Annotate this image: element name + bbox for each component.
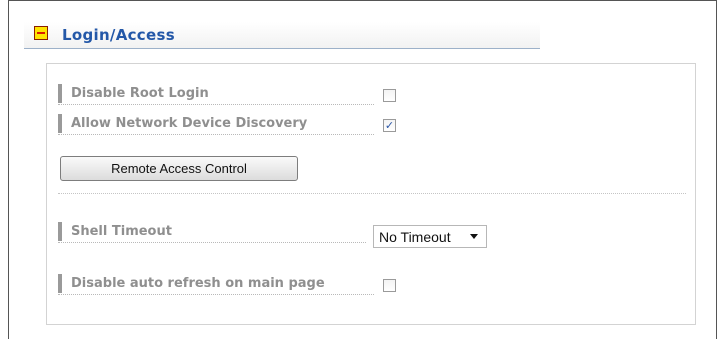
dropdown-caret-icon (470, 234, 478, 239)
minus-bar (37, 32, 45, 34)
allow-discovery-checkbox[interactable]: ✓ (383, 119, 396, 132)
setting-label-allow-discovery: Allow Network Device Discovery (58, 114, 374, 135)
shell-timeout-value: No Timeout (379, 229, 451, 245)
label-marker (58, 114, 62, 133)
remote-access-control-button[interactable]: Remote Access Control (60, 156, 298, 181)
setting-label-shell-timeout: Shell Timeout (58, 222, 366, 243)
label-marker (58, 84, 62, 103)
label-marker (58, 274, 62, 293)
shell-timeout-select[interactable]: No Timeout (373, 225, 487, 248)
setting-label-disable-root-login: Disable Root Login (58, 84, 374, 105)
label-marker (58, 222, 62, 241)
collapse-minus-icon[interactable] (34, 26, 48, 40)
setting-label-text: Disable auto refresh on main page (71, 276, 325, 291)
section-divider (58, 193, 686, 194)
section-title: Login/Access (62, 26, 175, 44)
setting-label-text: Shell Timeout (71, 224, 172, 239)
disable-root-login-checkbox[interactable] (383, 89, 396, 102)
setting-label-text: Allow Network Device Discovery (71, 116, 308, 131)
disable-auto-refresh-checkbox[interactable] (383, 279, 396, 292)
setting-label-text: Disable Root Login (71, 86, 209, 101)
setting-label-disable-auto-refresh: Disable auto refresh on main page (58, 274, 374, 295)
section-header: Login/Access (24, 22, 540, 49)
